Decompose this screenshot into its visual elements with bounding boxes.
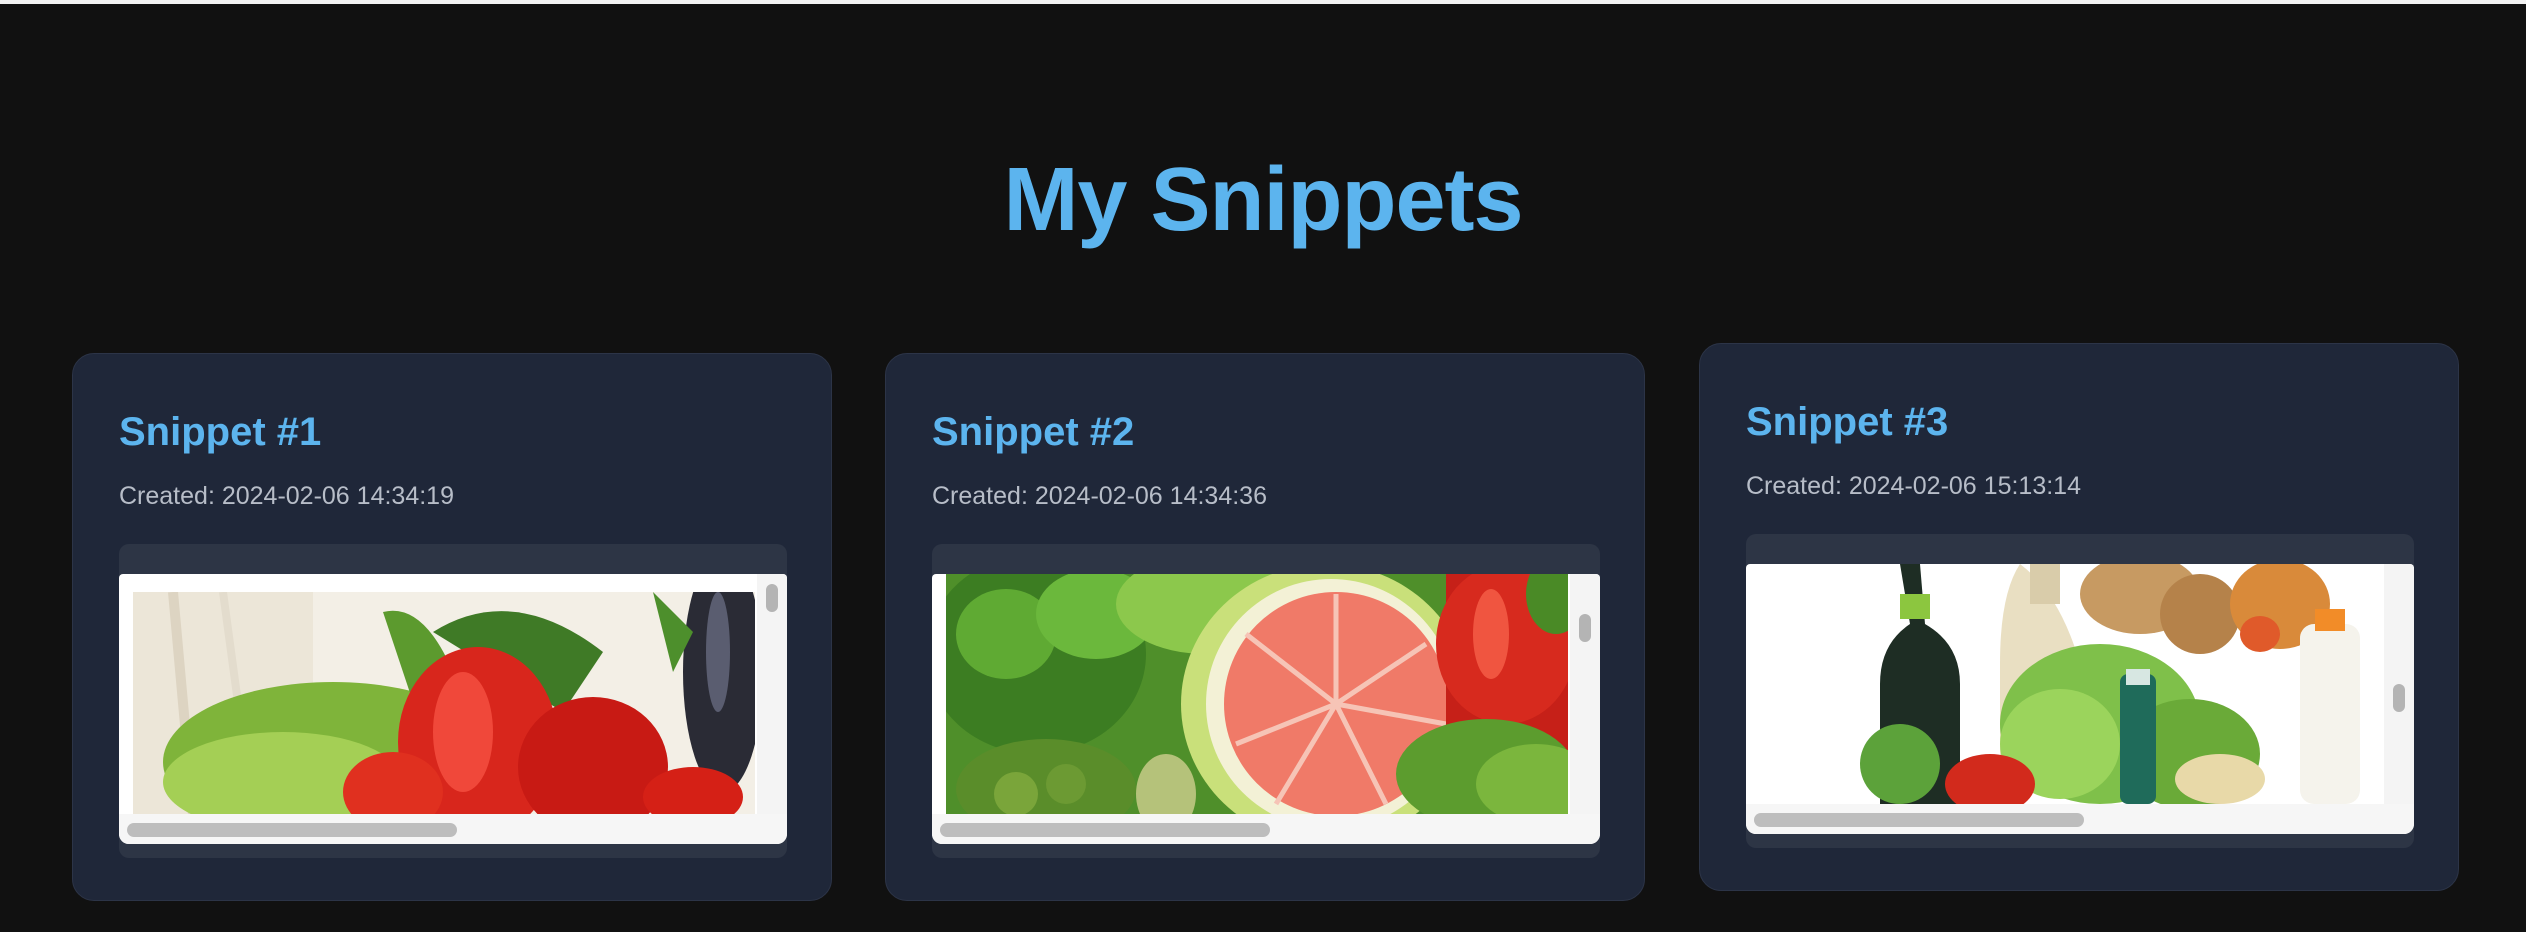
horizontal-scrollbar-thumb[interactable] bbox=[940, 823, 1270, 837]
groceries-bottles-image bbox=[1760, 564, 2382, 804]
snippet-card-3[interactable]: Snippet #3 Created: 2024-02-06 15:13:14 bbox=[1699, 343, 2459, 891]
grapefruit-greens-image bbox=[946, 574, 1568, 814]
vertical-scrollbar-thumb[interactable] bbox=[2393, 684, 2405, 712]
snippet-created-date: Created: 2024-02-06 14:34:19 bbox=[119, 482, 454, 510]
snippet-title[interactable]: Snippet #1 bbox=[119, 408, 321, 456]
horizontal-scrollbar[interactable] bbox=[119, 814, 787, 844]
vertical-scrollbar[interactable] bbox=[2384, 564, 2414, 804]
vertical-scrollbar[interactable] bbox=[1570, 574, 1600, 814]
vegetables-peppers-image bbox=[133, 592, 755, 814]
snippet-preview bbox=[1746, 534, 2414, 848]
preview-frame[interactable] bbox=[1746, 564, 2414, 834]
page-title: My Snippets bbox=[1003, 150, 1523, 250]
snippet-preview bbox=[932, 544, 1600, 858]
vertical-scrollbar-thumb[interactable] bbox=[1579, 614, 1591, 642]
snippet-created-date: Created: 2024-02-06 15:13:14 bbox=[1746, 472, 2081, 500]
vertical-scrollbar[interactable] bbox=[757, 574, 787, 814]
snippet-title[interactable]: Snippet #3 bbox=[1746, 398, 1948, 446]
vertical-scrollbar-thumb[interactable] bbox=[766, 584, 778, 612]
snippet-card-2[interactable]: Snippet #2 Created: 2024-02-06 14:34:36 bbox=[885, 353, 1645, 901]
top-border bbox=[0, 0, 2526, 4]
horizontal-scrollbar[interactable] bbox=[1746, 804, 2414, 834]
snippet-created-date: Created: 2024-02-06 14:34:36 bbox=[932, 482, 1267, 510]
horizontal-scrollbar[interactable] bbox=[932, 814, 1600, 844]
preview-frame[interactable] bbox=[119, 574, 787, 844]
horizontal-scrollbar-thumb[interactable] bbox=[127, 823, 457, 837]
horizontal-scrollbar-thumb[interactable] bbox=[1754, 813, 2084, 827]
snippet-title[interactable]: Snippet #2 bbox=[932, 408, 1134, 456]
snippet-preview bbox=[119, 544, 787, 858]
snippet-card-1[interactable]: Snippet #1 Created: 2024-02-06 14:34:19 bbox=[72, 353, 832, 901]
preview-frame[interactable] bbox=[932, 574, 1600, 844]
